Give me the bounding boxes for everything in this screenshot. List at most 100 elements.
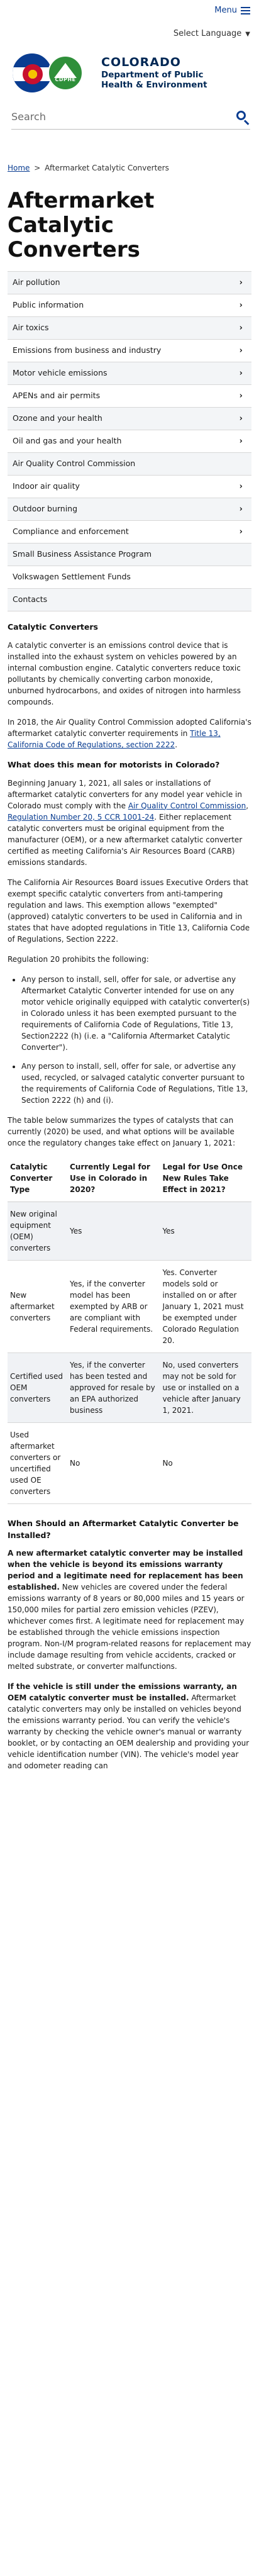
search-input[interactable] [11,111,200,123]
sidebar-item-label: Contacts [13,594,48,605]
table-cell: No [161,1422,251,1504]
sidebar-item-label: Emissions from business and industry [13,345,162,355]
table-cell: Used aftermarket converters or uncertifi… [8,1422,69,1504]
sidebar-item-label: Outdoor burning [13,504,78,514]
breadcrumb: Home > Aftermarket Catalytic Converters [8,162,251,174]
sidebar-item-label: Volkswagen Settlement Funds [13,572,131,582]
sidebar-item[interactable]: Oil and gas and your health › [8,430,251,454]
table-cell: No, used converters may not be sold for … [161,1352,251,1423]
logo-dept-line2: Health & Environment [101,79,207,90]
language-label: Select Language [173,29,242,39]
search-bar [11,104,250,130]
sidebar-item[interactable]: Motor vehicle emissions › [8,362,251,386]
sidebar-item[interactable]: Air Quality Control Commission [8,453,251,476]
table-row: Used aftermarket converters or uncertifi… [8,1422,251,1504]
sidebar-item-label: Air toxics [13,323,49,333]
table-cell: No [69,1422,162,1504]
sidebar-item[interactable]: Air toxics › [8,317,251,340]
menu-label: Menu [214,6,237,16]
section-heading-catalytic-converters: Catalytic Converters [8,622,98,632]
list-item: Any person to install, sell, offer for s… [21,1061,251,1106]
table-row: New original equipment (OEM) converters … [8,1202,251,1261]
colorado-flag-icon [11,52,53,94]
sidebar-item[interactable]: Indoor air quality › [8,476,251,499]
chevron-right-icon[interactable]: › [240,413,243,425]
converter-types-table: Catalytic Converter Type Currently Legal… [8,1157,251,1504]
language-selector[interactable]: Select Language ▼ [0,21,259,47]
sidebar-item-label: Oil and gas and your health [13,436,122,446]
sidebar-item[interactable]: Air pollution › [8,272,251,295]
aqcc-link[interactable]: Air Quality Control Commission [128,801,246,810]
logo-mark: CDPHE [11,51,96,95]
regulation-20-link[interactable]: Regulation Number 20, 5 CCR 1001-24 [8,813,154,822]
section-heading-when-installed: When Should an Aftermarket Catalytic Con… [8,1518,239,1540]
cdphe-seal-icon: CDPHE [48,55,83,91]
paragraph-prohibits: Regulation 20 prohibits the following: [8,954,149,964]
sidebar-item-label: APENs and air permits [13,391,101,401]
breadcrumb-home-link[interactable]: Home [8,164,30,172]
text: . [175,740,178,750]
chevron-right-icon[interactable]: › [240,481,243,493]
sidebar-item[interactable]: Outdoor burning › [8,498,251,521]
sidebar-item-label: Compliance and enforcement [13,527,129,537]
chevron-right-icon[interactable]: › [240,390,243,403]
paragraph-2021-requirements: Beginning January 1, 2021, all sales or … [8,778,251,868]
table-cell: Yes [161,1202,251,1261]
logo-dept-line1: Department of Public [101,69,204,80]
sidebar-item-label: Motor vehicle emissions [13,368,107,378]
chevron-right-icon[interactable]: › [240,526,243,538]
section-navigation: Air pollution › Public information › Air tox… [8,271,251,612]
sidebar-item[interactable]: Compliance and enforcement › [8,521,251,544]
paragraph-definition: A catalytic converter is an emissions co… [8,641,241,707]
table-header: Catalytic Converter Type [8,1157,69,1202]
chevron-right-icon[interactable]: › [240,503,243,516]
table-header: Currently Legal for Use in Colorado in 2… [69,1157,162,1202]
table-cell: Yes [69,1202,162,1261]
table-cell: Yes, if the converter has been tested an… [69,1352,162,1423]
cdphe-badge-text: CDPHE [55,77,76,82]
table-cell: New aftermarket converters [8,1260,69,1353]
table-cell: Yes. Converter models sold or installed … [161,1260,251,1353]
chevron-right-icon[interactable]: › [240,322,243,335]
paragraph-warranty: If the vehicle is still under the emissi… [8,1681,251,1771]
top-bar: Menu [0,0,259,21]
breadcrumb-current: Aftermarket Catalytic Converters [45,164,169,172]
sidebar-item[interactable]: Public information › [8,294,251,318]
paragraph-2018-adoption: In 2018, the Air Quality Control Commiss… [8,716,251,750]
sidebar-item[interactable]: Emissions from business and industry › [8,340,251,363]
sidebar-item-label: Air pollution [13,277,60,287]
chevron-right-icon[interactable]: › [240,367,243,380]
page-title: Aftermarket Catalytic Converters [8,188,155,263]
paragraph-new-aftermarket: A new aftermarket catalytic converter ma… [8,1547,251,1672]
text: New vehicles are covered under the feder… [8,1583,251,1671]
text: , [246,801,249,810]
sidebar-item-label: Public information [13,300,84,310]
sidebar-item[interactable]: APENs and air permits › [8,385,251,408]
sidebar-item-label: Small Business Assistance Program [13,549,152,559]
site-logo[interactable]: CDPHE COLORADO Department of Public Heal… [0,47,259,97]
menu-button[interactable]: Menu [214,4,250,17]
chevron-right-icon[interactable]: › [240,277,243,289]
search-icon[interactable] [235,109,250,125]
sidebar-item[interactable]: Small Business Assistance Program [8,544,251,567]
table-row: New aftermarket converters Yes, if the c… [8,1260,251,1353]
hamburger-icon [241,7,250,14]
breadcrumb-separator: > [34,164,41,172]
chevron-right-icon[interactable]: › [240,435,243,448]
table-header: Legal for Use Once New Rules Take Effect… [161,1157,251,1202]
logo-text: COLORADO Department of Public Health & E… [101,55,207,90]
sidebar-item-label: Air Quality Control Commission [13,459,136,469]
list-item: Any person to install, sell, offer for s… [21,974,251,1053]
chevron-right-icon[interactable]: › [240,345,243,357]
logo-state: COLORADO [101,55,181,69]
chevron-right-icon[interactable]: › [240,299,243,312]
paragraph-table-intro: The table below summarizes the types of … [8,1115,236,1147]
caret-down-icon: ▼ [245,30,250,38]
sidebar-item[interactable]: Ozone and your health › [8,408,251,431]
sidebar-item[interactable]: Contacts [8,589,251,612]
prohibitions-list: Any person to install, sell, offer for s… [21,974,251,1106]
table-header-row: Catalytic Converter Type Currently Legal… [8,1157,251,1202]
section-heading-motorists: What does this mean for motorists in Col… [8,760,220,770]
table-cell: New original equipment (OEM) converters [8,1202,69,1261]
sidebar-item[interactable]: Volkswagen Settlement Funds [8,566,251,589]
